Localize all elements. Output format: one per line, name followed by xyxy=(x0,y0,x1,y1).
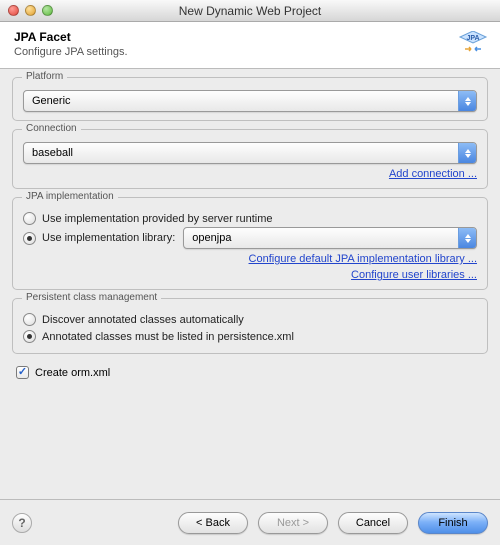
add-connection-link[interactable]: Add connection ... xyxy=(389,168,477,180)
platform-group-label: Platform xyxy=(22,71,67,82)
impl-server-radio[interactable]: Use implementation provided by server ru… xyxy=(23,210,477,227)
titlebar: New Dynamic Web Project xyxy=(0,0,500,22)
page-title: JPA Facet xyxy=(14,30,128,44)
connection-group: Connection baseball Add connection ... xyxy=(12,129,488,189)
connection-value: baseball xyxy=(32,147,73,159)
connection-select[interactable]: baseball xyxy=(23,142,477,164)
create-orm-label: Create orm.xml xyxy=(35,367,110,379)
radio-icon xyxy=(23,330,36,343)
chevron-updown-icon xyxy=(458,91,476,111)
impl-library-label: Use implementation library: xyxy=(42,232,175,244)
implementation-group-label: JPA implementation xyxy=(22,191,118,202)
connection-group-label: Connection xyxy=(22,123,81,134)
platform-select[interactable]: Generic xyxy=(23,90,477,112)
chevron-updown-icon xyxy=(458,228,476,248)
impl-library-select[interactable]: openjpa xyxy=(183,227,477,249)
svg-text:JPA: JPA xyxy=(466,35,479,42)
window-title: New Dynamic Web Project xyxy=(0,4,500,18)
persistent-group-label: Persistent class management xyxy=(22,292,161,303)
wizard-header: JPA Facet Configure JPA settings. JPA xyxy=(0,22,500,69)
platform-value: Generic xyxy=(32,95,71,107)
page-subtitle: Configure JPA settings. xyxy=(14,46,128,58)
impl-library-radio[interactable]: Use implementation library: xyxy=(23,230,175,247)
radio-icon xyxy=(23,232,36,245)
persistent-group: Persistent class management Discover ann… xyxy=(12,298,488,354)
checkbox-icon xyxy=(16,366,29,379)
impl-library-value: openjpa xyxy=(192,232,231,244)
radio-icon xyxy=(23,212,36,225)
cancel-button[interactable]: Cancel xyxy=(338,512,408,534)
implementation-group: JPA implementation Use implementation pr… xyxy=(12,197,488,290)
content-area: Platform Generic Connection baseball Add… xyxy=(0,69,500,499)
back-button[interactable]: < Back xyxy=(178,512,248,534)
finish-button[interactable]: Finish xyxy=(418,512,488,534)
listed-radio[interactable]: Annotated classes must be listed in pers… xyxy=(23,328,477,345)
impl-server-label: Use implementation provided by server ru… xyxy=(42,213,273,225)
configure-user-link[interactable]: Configure user libraries ... xyxy=(351,269,477,281)
chevron-updown-icon xyxy=(458,143,476,163)
discover-label: Discover annotated classes automatically xyxy=(42,314,244,326)
footer: ? < Back Next > Cancel Finish xyxy=(0,499,500,545)
create-orm-checkbox[interactable]: Create orm.xml xyxy=(12,362,488,379)
radio-icon xyxy=(23,313,36,326)
jpa-icon: JPA xyxy=(458,31,488,57)
configure-default-link[interactable]: Configure default JPA implementation lib… xyxy=(249,253,477,265)
listed-label: Annotated classes must be listed in pers… xyxy=(42,331,294,343)
discover-radio[interactable]: Discover annotated classes automatically xyxy=(23,311,477,328)
next-button[interactable]: Next > xyxy=(258,512,328,534)
platform-group: Platform Generic xyxy=(12,77,488,121)
